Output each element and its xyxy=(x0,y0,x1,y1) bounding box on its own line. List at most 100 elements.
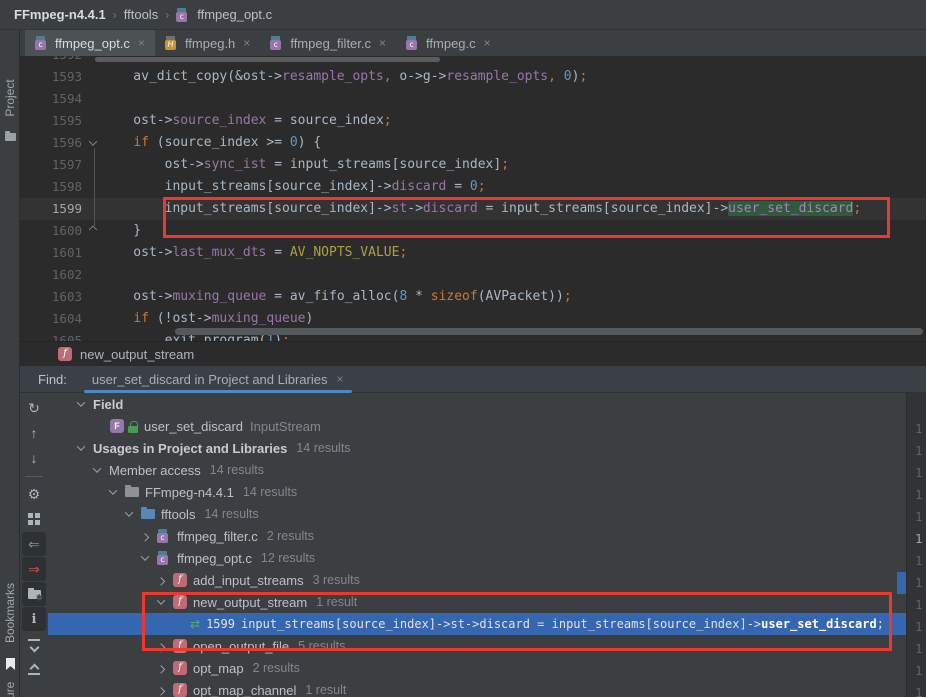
close-icon[interactable]: × xyxy=(484,36,491,50)
result-count: 1 result xyxy=(316,595,357,609)
breadcrumb-project[interactable]: FFmpeg-n4.4.1 xyxy=(14,7,106,22)
rerun-search-button[interactable]: ↻ xyxy=(22,396,46,420)
editor-horizontal-scrollbar-thumb[interactable] xyxy=(175,328,923,335)
code-text: if (source_index >= 0) { xyxy=(102,132,321,154)
chevron-down-icon[interactable] xyxy=(125,508,133,516)
folder-icon xyxy=(125,487,139,497)
code-line-1600[interactable]: 1600 } xyxy=(20,220,926,242)
tab-scrollbar-thumb[interactable] xyxy=(95,57,440,62)
tree-row-new_output_stream[interactable]: fnew_output_stream1 result xyxy=(48,591,906,613)
usage-line-number: 1599 xyxy=(206,617,235,631)
code-line-1603[interactable]: 1603 ost->muxing_queue = av_fifo_alloc(8… xyxy=(20,286,926,308)
result-count: 14 results xyxy=(243,485,297,499)
code-line-1598[interactable]: 1598 input_streams[source_index]->discar… xyxy=(20,176,926,198)
find-tab-label: user_set_discard in Project and Librarie… xyxy=(92,372,328,387)
chevron-down-icon[interactable] xyxy=(77,398,85,406)
tree-row-fftools[interactable]: fftools14 results xyxy=(48,503,906,525)
find-results-tab[interactable]: user_set_discard in Project and Librarie… xyxy=(82,366,354,393)
tree-label: ffmpeg_opt.c xyxy=(177,551,252,566)
chevron-down-icon[interactable] xyxy=(93,464,101,472)
tool-window-button-project[interactable]: Project xyxy=(3,79,17,116)
tree-label: Member access xyxy=(109,463,201,478)
expand-all-button[interactable] xyxy=(22,632,46,656)
tree-row-ffmpeg_opt.c[interactable]: cffmpeg_opt.c12 results xyxy=(48,547,906,569)
code-text: ost->last_mux_dts = AV_NOPTS_VALUE; xyxy=(102,242,407,264)
chevron-down-icon[interactable] xyxy=(77,442,85,450)
code-line-1602[interactable]: 1602 xyxy=(20,264,926,286)
fold-marker-icon[interactable] xyxy=(89,225,97,233)
code-line-1597[interactable]: 1597 ost->sync_ist = input_streams[sourc… xyxy=(20,154,926,176)
collapse-all-button[interactable] xyxy=(22,657,46,681)
editor-tab-ffmpeg_filter.c[interactable]: cffmpeg_filter.c× xyxy=(260,30,396,56)
editor-tab-ffmpeg.c[interactable]: cffmpeg.c× xyxy=(396,30,501,56)
code-editor[interactable]: 15921593 av_dict_copy(&ost->resample_opt… xyxy=(20,56,926,341)
code-line-1594[interactable]: 1594 xyxy=(20,88,926,110)
group-by-button[interactable] xyxy=(22,507,46,531)
preview-line-number: 1 xyxy=(915,682,925,697)
tree-row-Field[interactable]: Field xyxy=(48,393,906,415)
chevron-down-icon[interactable] xyxy=(141,552,149,560)
tree-row-Member access[interactable]: Member access14 results xyxy=(48,459,906,481)
tree-row-add_input_streams[interactable]: fadd_input_streams3 results xyxy=(48,569,906,591)
usage-row[interactable]: ⇄1599input_streams[source_index]->st->di… xyxy=(48,613,906,635)
settings-button[interactable]: ⚙ xyxy=(22,482,46,506)
next-occurrence-button[interactable]: ↓ xyxy=(22,446,46,470)
c-file-icon: c xyxy=(176,8,190,22)
result-count: 5 results xyxy=(298,639,345,653)
line-number: 1602 xyxy=(20,264,82,286)
preview-line-number: 1 xyxy=(915,440,925,462)
project-folder-icon xyxy=(5,133,16,141)
close-icon[interactable]: × xyxy=(138,36,145,50)
line-number: 1593 xyxy=(20,66,82,88)
tree-label: new_output_stream xyxy=(193,595,307,610)
tree-row-opt_map[interactable]: fopt_map2 results xyxy=(48,657,906,679)
function-icon: f xyxy=(173,683,187,697)
code-line-1595[interactable]: 1595 ost->source_index = source_index; xyxy=(20,110,926,132)
line-number: 1599 xyxy=(20,198,82,220)
code-line-1599[interactable]: 1599 input_streams[source_index]->st->di… xyxy=(20,198,926,220)
chevron-right-icon[interactable] xyxy=(157,577,165,585)
code-line-1604[interactable]: 1604 if (!ost->muxing_queue) xyxy=(20,308,926,330)
close-icon[interactable]: × xyxy=(336,372,343,386)
line-number: 1594 xyxy=(20,88,82,110)
c-file-icon: c xyxy=(35,36,49,50)
line-number: 1605 xyxy=(20,330,82,341)
expand-all-icon xyxy=(28,638,40,650)
breadcrumb-function[interactable]: new_output_stream xyxy=(80,347,194,362)
lock-icon xyxy=(128,420,138,433)
code-line-1593[interactable]: 1593 av_dict_copy(&ost->resample_opts, o… xyxy=(20,66,926,88)
chevron-right-icon[interactable] xyxy=(157,643,165,651)
tree-row-user_set_discard[interactable]: Fuser_set_discardInputStream xyxy=(48,415,906,437)
read-access-filter-button[interactable]: ⇐ xyxy=(22,532,46,556)
tree-row-Usages in Project and Libraries[interactable]: Usages in Project and Libraries14 result… xyxy=(48,437,906,459)
tree-row-ffmpeg_filter.c[interactable]: cffmpeg_filter.c2 results xyxy=(48,525,906,547)
chevron-down-icon[interactable] xyxy=(109,486,117,494)
editor-tab-ffmpeg_opt.c[interactable]: cffmpeg_opt.c× xyxy=(25,30,155,56)
tree-row-open_output_file[interactable]: fopen_output_file5 results xyxy=(48,635,906,657)
code-text: input_streams[source_index]->st->discard… xyxy=(102,198,861,220)
write-access-filter-button[interactable]: ⇒ xyxy=(22,557,46,581)
group-by-file-button[interactable] xyxy=(22,582,46,606)
fold-marker-icon[interactable] xyxy=(89,137,97,145)
chevron-right-icon[interactable] xyxy=(157,665,165,673)
chevron-right-icon[interactable] xyxy=(141,533,149,541)
editor-tab-ffmpeg.h[interactable]: Hffmpeg.h× xyxy=(155,30,260,56)
close-icon[interactable]: × xyxy=(379,36,386,50)
breadcrumb-file[interactable]: ffmpeg_opt.c xyxy=(197,7,272,22)
chevron-right-icon[interactable] xyxy=(157,687,165,695)
previous-occurrence-button[interactable]: ↑ xyxy=(22,421,46,445)
preview-usages-button[interactable]: i xyxy=(22,607,46,631)
tool-window-button-structure[interactable]: Structure xyxy=(3,682,17,697)
close-icon[interactable]: × xyxy=(243,36,250,50)
breadcrumb-folder[interactable]: fftools xyxy=(124,7,158,22)
line-number: 1603 xyxy=(20,286,82,308)
tree-label: Field xyxy=(93,397,123,412)
tool-window-button-bookmarks[interactable]: Bookmarks xyxy=(3,583,17,643)
code-line-1601[interactable]: 1601 ost->last_mux_dts = AV_NOPTS_VALUE; xyxy=(20,242,926,264)
chevron-down-icon[interactable] xyxy=(157,596,165,604)
tree-row-opt_map_channel[interactable]: fopt_map_channel1 result xyxy=(48,679,906,697)
tree-row-FFmpeg-n4.4.1[interactable]: FFmpeg-n4.4.114 results xyxy=(48,481,906,503)
preview-line-number: 1 xyxy=(915,462,925,484)
code-line-1596[interactable]: 1596 if (source_index >= 0) { xyxy=(20,132,926,154)
preview-line-number: 1 xyxy=(915,418,925,440)
